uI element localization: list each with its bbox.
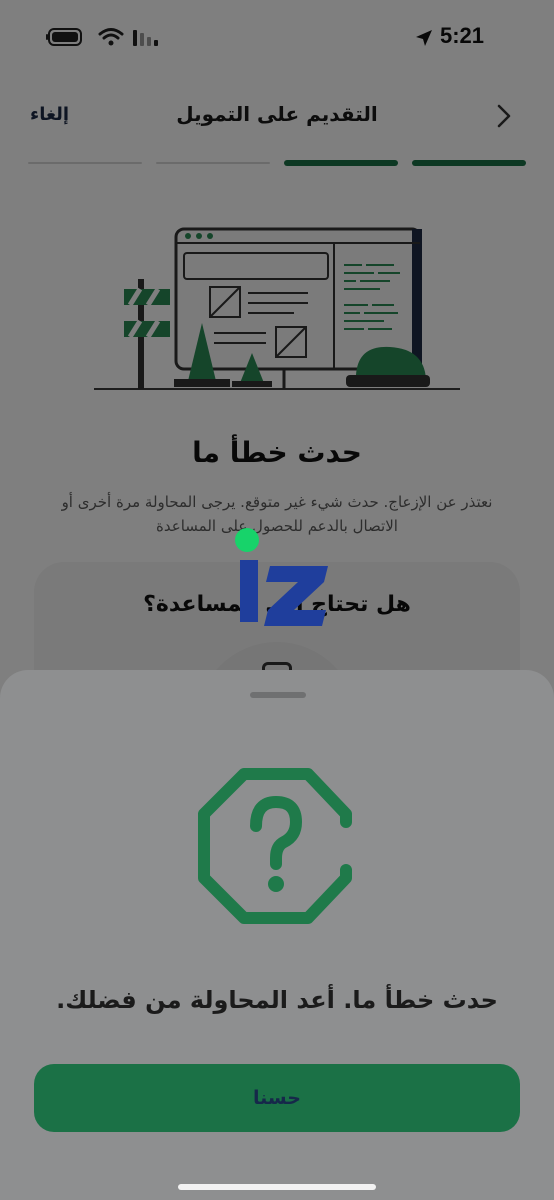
home-indicator[interactable] [178, 1184, 376, 1190]
sheet-grabber[interactable] [250, 692, 306, 698]
iz-logo [235, 528, 328, 626]
question-octagon-icon [198, 768, 352, 924]
ok-button[interactable]: حسنا [34, 1064, 520, 1132]
sheet-message: حدث خطأ ما. أعد المحاولة من فضلك. [56, 986, 498, 1014]
screen: 5:21 التقديم على التمويل إلغاء [0, 0, 554, 1200]
error-bottom-sheet: حدث خطأ ما. أعد المحاولة من فضلك. حسنا [0, 670, 554, 1200]
